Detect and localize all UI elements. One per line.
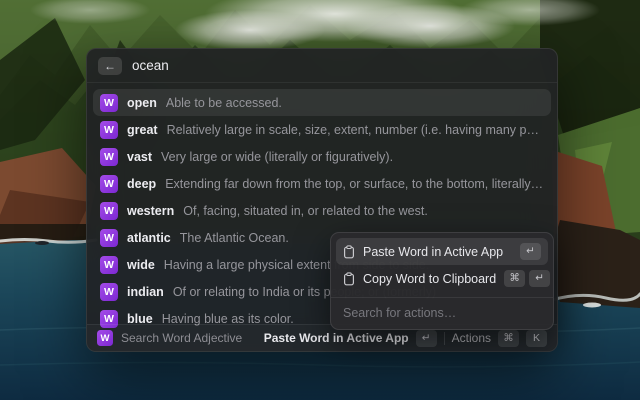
action-menu-item[interactable]: Paste Word in Active App ↵: [336, 238, 548, 265]
app-label: Search Word Adjective: [121, 331, 242, 345]
result-row[interactable]: Wwestern Of, facing, situated in, or rela…: [93, 197, 551, 224]
status-bar-right: Paste Word in Active App ↵ Actions ⌘ K: [264, 330, 547, 347]
result-word: vast: [127, 150, 152, 164]
action-menu-item[interactable]: Copy Word to Clipboard ⌘↵: [336, 265, 548, 292]
word-extension-icon: W: [100, 148, 118, 166]
return-key-badge: ↵: [416, 330, 437, 347]
result-row[interactable]: Wdeep Extending far down from the top, or…: [93, 170, 551, 197]
result-description: Relatively large in scale, size, extent,…: [167, 123, 544, 137]
actions-button[interactable]: Actions: [452, 331, 491, 345]
word-extension-icon: W: [100, 256, 118, 274]
primary-action-label[interactable]: Paste Word in Active App: [264, 331, 409, 345]
result-row[interactable]: Wopen Able to be accessed.: [93, 89, 551, 116]
result-description: Of, facing, situated in, or related to t…: [183, 204, 544, 218]
word-extension-icon: W: [100, 202, 118, 220]
key-badge: ↵: [520, 243, 541, 260]
clipboard-icon: [343, 245, 355, 259]
actions-panel-items: Paste Word in Active App↵Copy Word to Cl…: [331, 233, 553, 297]
k-key-badge: K: [526, 330, 547, 347]
word-extension-icon: W: [100, 175, 118, 193]
result-description: Able to be accessed.: [166, 96, 544, 110]
word-extension-icon: W: [100, 283, 118, 301]
status-bar-divider: [444, 332, 445, 345]
result-word: deep: [127, 177, 156, 191]
search-input[interactable]: ocean: [132, 58, 169, 73]
clipboard-icon: [343, 272, 355, 286]
word-extension-icon: W: [100, 229, 118, 247]
result-word: atlantic: [127, 231, 171, 245]
action-menu-item-keys: ↵: [520, 243, 541, 260]
result-description: Very large or wide (literally or figurat…: [161, 150, 544, 164]
result-word: great: [127, 123, 158, 137]
back-button[interactable]: ←: [98, 57, 122, 75]
result-row[interactable]: Wgreat Relatively large in scale, size, e…: [93, 116, 551, 143]
result-row[interactable]: Wvast Very large or wide (literally or fi…: [93, 143, 551, 170]
actions-search-input[interactable]: Search for actions…: [331, 298, 553, 329]
result-word: western: [127, 204, 174, 218]
result-word: wide: [127, 258, 155, 272]
action-menu-item-keys: ⌘↵: [504, 270, 550, 287]
action-menu-item-label: Copy Word to Clipboard: [363, 272, 496, 286]
command-key-badge: ⌘: [498, 330, 519, 347]
key-badge: ⌘: [504, 270, 525, 287]
raycast-window: ← ocean Wopen Able to be accessed. Wgreat R…: [86, 48, 558, 352]
result-description: Extending far down from the top, or surf…: [165, 177, 544, 191]
app-icon: W: [97, 330, 113, 346]
key-badge: ↵: [529, 270, 550, 287]
result-word: open: [127, 96, 157, 110]
word-extension-icon: W: [100, 121, 118, 139]
action-menu-item-label: Paste Word in Active App: [363, 245, 512, 259]
word-extension-icon: W: [100, 94, 118, 112]
search-header: ← ocean: [87, 49, 557, 83]
result-word: indian: [127, 285, 164, 299]
actions-panel: Paste Word in Active App↵Copy Word to Cl…: [330, 232, 554, 330]
actions-label: Actions: [452, 331, 491, 345]
